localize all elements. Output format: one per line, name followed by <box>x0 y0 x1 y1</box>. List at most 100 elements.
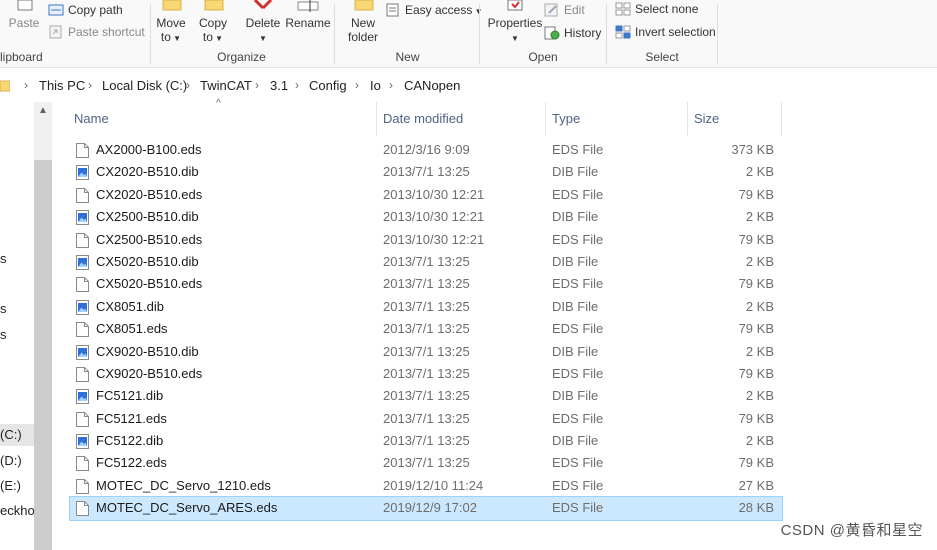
file-row[interactable]: CX8051.dib 2013/7/1 13:25 DIB File 2 KB <box>70 296 782 318</box>
breadcrumb-io[interactable]: Io <box>370 78 381 93</box>
file-name: CX9020-B510.dib <box>96 343 199 359</box>
easy-access-button[interactable]: Easy access ▼ <box>385 1 483 19</box>
paste-shortcut-icon <box>49 25 62 39</box>
file-date-modified: 2013/7/1 13:25 <box>383 433 470 449</box>
file-size: 79 KB <box>738 321 774 337</box>
file-type: DIB File <box>552 209 599 225</box>
move-to-button[interactable]: Move to ▼ <box>153 0 189 46</box>
file-type: EDS File <box>552 186 604 202</box>
paste-icon <box>17 0 33 11</box>
file-name: FC5122.eds <box>96 455 167 471</box>
paste-button[interactable]: Paste <box>4 0 44 30</box>
column-header-name[interactable]: Name <box>74 108 109 130</box>
breadcrumb-twincat[interactable]: TwinCAT <box>200 78 252 93</box>
organize-group: Move to ▼ Copy to ▼ Delete ▼ Rename Orga… <box>151 0 332 68</box>
copy-path-button[interactable]: Copy path <box>48 1 123 19</box>
nav-scrollbar-thumb[interactable] <box>34 160 52 550</box>
chevron-down-icon: ▼ <box>170 34 182 43</box>
copy-to-folder-icon <box>204 0 224 11</box>
breadcrumb-this-pc[interactable]: This PC <box>39 78 85 93</box>
move-to-folder-icon <box>162 0 182 11</box>
image-file-icon <box>76 165 89 181</box>
new-folder-button[interactable]: New folder <box>343 0 383 44</box>
file-type: EDS File <box>552 231 604 247</box>
nav-item[interactable]: s <box>0 251 34 266</box>
history-button[interactable]: History <box>544 24 601 42</box>
column-divider[interactable] <box>687 102 688 136</box>
file-row[interactable]: CX2020-B510.dib 2013/7/1 13:25 DIB File 2 K… <box>70 161 782 183</box>
nav-item-drive-e[interactable]: (E:) <box>0 478 34 493</box>
nav-item[interactable]: s <box>0 327 34 342</box>
file-row[interactable]: CX2500-B510.dib 2013/10/30 12:21 DIB File 2… <box>70 206 782 228</box>
file-date-modified: 2019/12/10 11:24 <box>383 477 484 493</box>
select-none-button[interactable]: Select none <box>615 0 698 18</box>
document-icon <box>76 322 89 338</box>
breadcrumb-canopen[interactable]: CANopen <box>404 78 460 93</box>
file-row[interactable]: CX8051.eds 2013/7/1 13:25 EDS File 79 KB <box>70 318 782 340</box>
document-icon <box>76 456 89 472</box>
select-group: Select none Invert selection Select <box>607 0 717 68</box>
file-row[interactable]: CX5020-B510.dib 2013/7/1 13:25 DIB File 2 K… <box>70 251 782 273</box>
rename-button[interactable]: Rename <box>285 0 331 30</box>
column-divider[interactable] <box>781 102 782 136</box>
file-row[interactable]: FC5122.eds 2013/7/1 13:25 EDS File 79 KB <box>70 452 782 474</box>
file-row[interactable]: FC5121.eds 2013/7/1 13:25 EDS File 79 KB <box>70 408 782 430</box>
properties-icon <box>507 0 523 11</box>
column-divider[interactable] <box>376 102 377 136</box>
nav-item-local-disk-c[interactable]: (C:) <box>0 427 34 442</box>
file-row[interactable]: CX5020-B510.eds 2013/7/1 13:25 EDS File 79 … <box>70 273 782 295</box>
file-name: CX5020-B510.eds <box>96 276 203 292</box>
properties-button[interactable]: Properties ▼ <box>484 0 546 46</box>
new-group: New folder Easy access ▼ New <box>335 0 483 68</box>
file-date-modified: 2013/10/30 12:21 <box>383 209 485 225</box>
nav-item-drive-d[interactable]: (D:) <box>0 453 34 468</box>
file-name: MOTEC_DC_Servo_1210.eds <box>96 477 271 493</box>
document-icon <box>76 277 89 293</box>
select-group-label: Select <box>645 50 679 64</box>
edit-button[interactable]: Edit <box>544 1 585 19</box>
file-row[interactable]: AX2000-B100.eds 2012/3/16 9:09 EDS File 373… <box>70 139 782 161</box>
file-type: EDS File <box>552 321 604 337</box>
file-size: 2 KB <box>745 388 774 404</box>
breadcrumb-local-disk[interactable]: Local Disk (C:) <box>102 78 187 93</box>
file-row[interactable]: CX9020-B510.dib 2013/7/1 13:25 DIB File 2 K… <box>70 341 782 363</box>
breadcrumb-separator-icon: › <box>295 78 299 92</box>
file-row[interactable]: MOTEC_DC_Servo_ARES.eds 2019/12/9 17:02 ED… <box>69 496 783 521</box>
address-bar[interactable]: › This PC › Local Disk (C:) › TwinCAT › … <box>0 74 937 98</box>
nav-item[interactable]: s <box>0 301 34 316</box>
open-group: Properties ▼ Edit History Open <box>480 0 606 68</box>
file-row[interactable]: CX2020-B510.eds 2013/10/30 12:21 EDS File 7… <box>70 184 782 206</box>
nav-item-beckhoff[interactable]: eckhof <box>0 503 34 518</box>
image-file-icon <box>76 344 89 360</box>
breadcrumb-config[interactable]: Config <box>309 78 347 93</box>
column-header-size[interactable]: Size <box>694 108 719 130</box>
easy-access-icon <box>386 3 399 17</box>
scroll-up-arrow-icon[interactable]: ▲ <box>36 104 50 118</box>
delete-button[interactable]: Delete ▼ <box>243 0 283 46</box>
document-icon <box>76 143 89 158</box>
file-name: CX2500-B510.eds <box>96 231 203 247</box>
file-row[interactable]: CX9020-B510.eds 2013/7/1 13:25 EDS File 79 … <box>70 363 782 385</box>
column-divider[interactable] <box>545 102 546 136</box>
file-name: CX8051.dib <box>96 298 164 314</box>
file-size: 79 KB <box>738 365 774 381</box>
column-header-date-modified[interactable]: Date modified <box>383 108 463 130</box>
file-row[interactable]: FC5121.dib 2013/7/1 13:25 DIB File 2 KB <box>70 385 782 407</box>
file-name: CX2020-B510.dib <box>96 164 199 180</box>
sort-ascending-icon: ^ <box>216 98 221 109</box>
file-list: AX2000-B100.eds 2012/3/16 9:09 EDS File 373… <box>69 139 783 521</box>
file-size: 27 KB <box>738 477 774 493</box>
file-row[interactable]: MOTEC_DC_Servo_1210.eds 2019/12/10 11:24 E… <box>70 475 782 497</box>
paste-label: Paste <box>8 16 40 30</box>
file-row[interactable]: CX2500-B510.eds 2013/10/30 12:21 EDS File 7… <box>70 229 782 251</box>
file-row[interactable]: FC5122.dib 2013/7/1 13:25 DIB File 2 KB <box>70 430 782 452</box>
paste-shortcut-button[interactable]: Paste shortcut <box>48 23 145 41</box>
breadcrumb-version[interactable]: 3.1 <box>270 78 288 93</box>
copy-to-button[interactable]: Copy to ▼ <box>195 0 231 46</box>
column-header-type[interactable]: Type <box>552 108 580 130</box>
file-date-modified: 2013/7/1 13:25 <box>383 321 470 337</box>
copy-path-icon <box>48 4 64 16</box>
invert-selection-button[interactable]: Invert selection <box>615 23 716 41</box>
file-name: CX2500-B510.dib <box>96 209 199 225</box>
file-size: 79 KB <box>738 410 774 426</box>
